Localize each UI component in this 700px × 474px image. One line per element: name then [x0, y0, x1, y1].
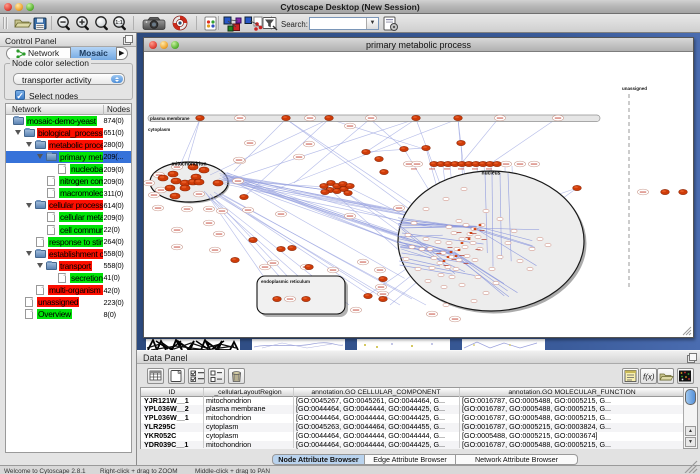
- svg-text:1:1: 1:1: [115, 20, 122, 26]
- svg-text:mitochondrion: mitochondrion: [172, 162, 207, 168]
- svg-text:cytoplasm: cytoplasm: [148, 127, 170, 132]
- svg-text:f(x): f(x): [643, 373, 655, 382]
- svg-text:plasma membrane: plasma membrane: [150, 116, 190, 121]
- svg-text:endoplasmic reticulum: endoplasmic reticulum: [261, 279, 310, 284]
- svg-text:nucleus: nucleus: [482, 171, 501, 177]
- svg-text:unassigned: unassigned: [622, 86, 647, 91]
